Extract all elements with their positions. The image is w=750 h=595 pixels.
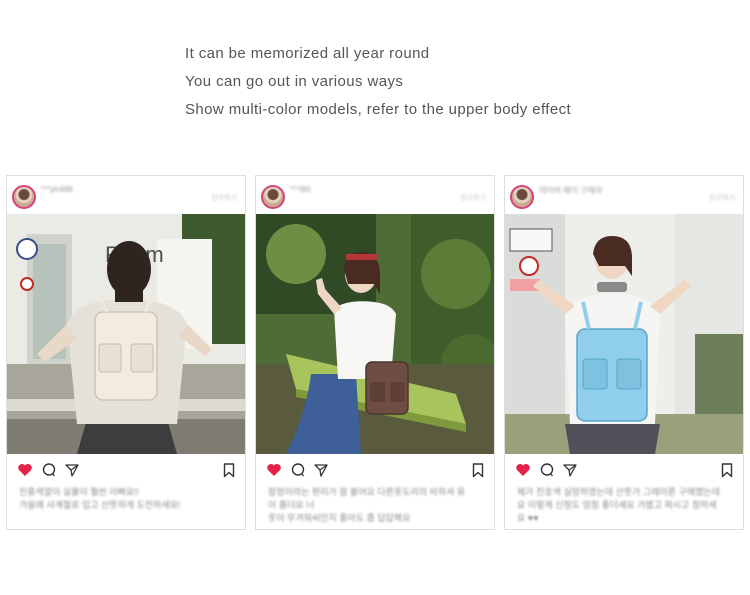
post-header: ***ðlß 친구하기: [256, 176, 494, 214]
share-icon[interactable]: [64, 462, 80, 478]
post-username[interactable]: ***ðlß: [290, 185, 310, 194]
post-card-1: ***ph488 친구하기 Room: [6, 175, 246, 530]
like-heart-icon[interactable]: [17, 462, 33, 478]
photo-brown-backpack: [256, 214, 494, 454]
intro-line-3: Show multi-color models, refer to the up…: [185, 101, 572, 118]
avatar[interactable]: [12, 185, 36, 209]
add-friend-link[interactable]: 친구하기: [709, 193, 735, 203]
intro-text: It can be memorized all year round You c…: [185, 40, 571, 124]
avatar[interactable]: [261, 185, 285, 209]
intro-line-1: It can be memorized all year round: [185, 45, 430, 62]
caption-line: 요 이렇게 신청도 엄청 좋더세요 가볍고 파시고 정하세: [517, 500, 717, 510]
post-caption: 진흥색깔이 실물이 훨씬 이뻐요!! 가을에 사계절로 입고 산뜻하게 도전하세…: [19, 486, 229, 512]
caption-line: 잠정이라는 편리가 잘 붙어요 다른옷도리의 비하셔 유: [268, 487, 466, 497]
bookmark-icon[interactable]: [470, 462, 486, 478]
post-header: ***ph488 친구하기: [7, 176, 245, 214]
like-heart-icon[interactable]: [515, 462, 531, 478]
share-icon[interactable]: [562, 462, 578, 478]
share-icon[interactable]: [313, 462, 329, 478]
add-friend-link[interactable]: 친구하기: [211, 193, 237, 203]
caption-line: 진흥색깔이 실물이 훨씬 이뻐요!!: [19, 487, 140, 497]
add-friend-link[interactable]: 친구하기: [460, 193, 486, 203]
post-username[interactable]: ***ph488: [41, 185, 73, 194]
post-photo[interactable]: Room: [7, 214, 245, 454]
bookmark-icon[interactable]: [719, 462, 735, 478]
post-caption: 잠정이라는 편리가 잘 붙어요 다른옷도리의 비하셔 유 이 품더요 너 옷이 …: [268, 486, 478, 525]
bookmark-icon[interactable]: [221, 462, 237, 478]
comment-icon[interactable]: [41, 462, 57, 478]
post-photo[interactable]: [256, 214, 494, 454]
post-username[interactable]: 데이버 패이 구매자: [539, 185, 602, 196]
post-card-3: 데이버 패이 구매자 친구하기 제가 친호색 실망하였는데 산뜻가 그레이론 구…: [504, 175, 744, 530]
post-header: 데이버 패이 구매자 친구하기: [505, 176, 743, 214]
like-heart-icon[interactable]: [266, 462, 282, 478]
avatar[interactable]: [510, 185, 534, 209]
caption-line: 요 ♥♥: [517, 513, 539, 523]
photo-blue-backpack: [505, 214, 743, 454]
photo-cream-backpack: Room: [7, 214, 245, 454]
post-caption: 제가 친호색 실망하였는데 산뜻가 그레이론 구매했는데 요 이렇게 신청도 엄…: [517, 486, 727, 525]
caption-line: 가을에 사계절로 입고 산뜻하게 도전하세요!: [19, 500, 181, 510]
caption-line: 옷이 무겨워씨안지 좋아도 좀 답답해요: [268, 513, 411, 523]
caption-line: 제가 친호색 실망하였는데 산뜻가 그레이론 구매했는데: [517, 487, 720, 497]
post-photo[interactable]: [505, 214, 743, 454]
comment-icon[interactable]: [290, 462, 306, 478]
intro-line-2: You can go out in various ways: [185, 73, 404, 90]
caption-line: 이 품더요 너: [268, 500, 315, 510]
post-card-2: ***ðlß 친구하기 잠정이라는 편리가 잘 붙어요 다른옷도리의 비하셔 유…: [255, 175, 495, 530]
comment-icon[interactable]: [539, 462, 555, 478]
